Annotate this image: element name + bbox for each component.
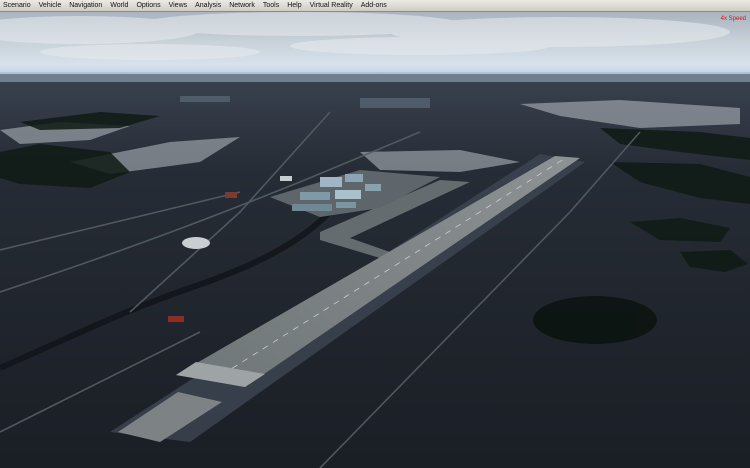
menu-navigation[interactable]: Navigation bbox=[69, 0, 102, 12]
menu-world[interactable]: World bbox=[110, 0, 128, 12]
red-building bbox=[168, 316, 184, 322]
hangar bbox=[182, 237, 210, 249]
menu-options[interactable]: Options bbox=[136, 0, 160, 12]
menu-bar: Scenario Vehicle Navigation World Option… bbox=[0, 0, 750, 12]
menu-help[interactable]: Help bbox=[287, 0, 301, 12]
menu-tools[interactable]: Tools bbox=[263, 0, 279, 12]
menu-vehicle[interactable]: Vehicle bbox=[39, 0, 62, 12]
aerial-scene bbox=[0, 12, 750, 468]
menu-add-ons[interactable]: Add-ons bbox=[361, 0, 387, 12]
menu-network[interactable]: Network bbox=[229, 0, 255, 12]
tree-cluster bbox=[533, 296, 657, 344]
menu-scenario[interactable]: Scenario bbox=[3, 0, 31, 12]
menu-analysis[interactable]: Analysis bbox=[195, 0, 221, 12]
menu-virtual-reality[interactable]: Virtual Reality bbox=[310, 0, 353, 12]
sim-speed-indicator: 4x Speed bbox=[720, 16, 746, 22]
simulator-viewport[interactable] bbox=[0, 12, 750, 468]
horizon-haze bbox=[0, 72, 750, 82]
menu-views[interactable]: Views bbox=[169, 0, 188, 12]
